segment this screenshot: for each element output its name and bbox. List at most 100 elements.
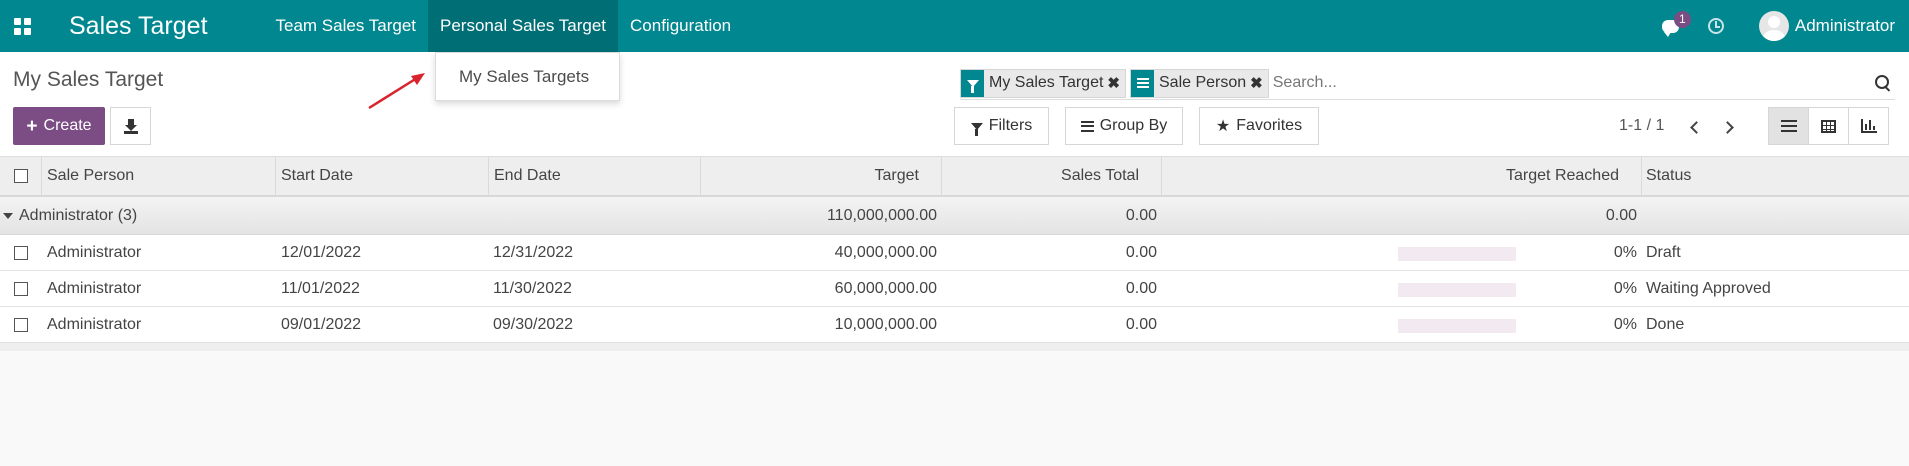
group-by-label: Group By: [1099, 117, 1168, 134]
cell-sale-person: Administrator: [47, 279, 142, 297]
facet-label: Sale Person: [1159, 74, 1247, 91]
graph-view-button[interactable]: [1848, 107, 1889, 145]
menu-team-sales-target[interactable]: Team Sales Target: [264, 0, 428, 52]
table-row[interactable]: Administrator 09/01/2022 09/30/2022 10,000,…: [0, 307, 1909, 343]
search-facet-groupby: Sale Person ✖: [1130, 68, 1269, 98]
column-sale-person[interactable]: Sale Person: [42, 157, 276, 195]
sales-target-list: Sale Person Start Date End Date Target S…: [0, 157, 1909, 351]
cell-target: 10,000,000.00: [834, 315, 937, 333]
group-row[interactable]: Administrator (3) 110,000,000.00 0.00 0.…: [0, 197, 1909, 235]
filter-icon: [970, 122, 983, 136]
page-title: My Sales Target: [13, 68, 164, 91]
main-menu: Team Sales Target Personal Sales Target …: [264, 0, 744, 52]
view-switcher: [1768, 107, 1889, 145]
cell-end-date: 12/31/2022: [493, 243, 574, 261]
apps-grid-icon[interactable]: [0, 0, 44, 52]
download-button[interactable]: [110, 107, 151, 145]
group-by-icon: [1080, 120, 1094, 132]
row-checkbox[interactable]: [14, 281, 28, 296]
cell-sales-total: 0.00: [1125, 243, 1157, 261]
favorites-label: Favorites: [1236, 117, 1303, 134]
group-label: Administrator (3): [19, 206, 138, 224]
select-all-checkbox-cell: [0, 157, 42, 195]
cell-status: Done: [1646, 315, 1685, 333]
cell-target-reached: 0%: [1613, 243, 1637, 261]
filter-icon: [961, 69, 984, 97]
favorites-button[interactable]: ★ Favorites: [1199, 107, 1319, 145]
list-view-button[interactable]: [1768, 107, 1809, 145]
app-title[interactable]: Sales Target: [69, 12, 208, 41]
facet-label: My Sales Target: [989, 74, 1104, 91]
column-status[interactable]: Status: [1642, 157, 1909, 195]
table-row[interactable]: Administrator 12/01/2022 12/31/2022 40,000,…: [0, 235, 1909, 271]
star-icon: ★: [1215, 118, 1231, 135]
column-target-reached[interactable]: Target Reached: [1162, 157, 1642, 195]
plus-icon: +: [26, 115, 38, 137]
remove-facet-icon[interactable]: ✖: [1250, 70, 1268, 97]
filters-button[interactable]: Filters: [954, 107, 1049, 145]
cell-start-date: 11/01/2022: [281, 279, 360, 297]
search-bar: My Sales Target ✖ Sale Person ✖: [960, 67, 1895, 100]
row-checkbox[interactable]: [14, 245, 28, 260]
cell-start-date: 09/01/2022: [281, 315, 362, 333]
row-checkbox-cell: [14, 271, 28, 306]
caret-down-icon: [3, 212, 13, 219]
group-by-icon: [1131, 69, 1154, 97]
cell-start-date: 12/01/2022: [281, 243, 362, 261]
table-footer: [0, 343, 1909, 351]
top-navbar: Sales Target Team Sales Target Personal …: [0, 0, 1909, 52]
column-start-date[interactable]: Start Date: [276, 157, 489, 195]
cell-sale-person: Administrator: [47, 315, 142, 333]
avatar[interactable]: [1758, 11, 1789, 41]
column-end-date[interactable]: End Date: [489, 157, 701, 195]
search-icon[interactable]: [1875, 75, 1891, 91]
group-target-reached: 0.00: [1605, 206, 1637, 224]
select-all-checkbox[interactable]: [13, 169, 28, 183]
cell-sales-total: 0.00: [1125, 315, 1157, 333]
create-button[interactable]: + Create: [13, 107, 105, 145]
cell-end-date: 09/30/2022: [493, 315, 574, 333]
cell-sale-person: Administrator: [47, 243, 142, 261]
search-input[interactable]: [1272, 68, 1875, 98]
column-target[interactable]: Target: [701, 157, 942, 195]
group-cell: Administrator (3): [3, 197, 137, 234]
group-sales-total: 0.00: [1125, 206, 1157, 224]
chat-badge: 1: [1673, 11, 1691, 28]
systray: 1 Administrator: [1651, 0, 1909, 52]
row-checkbox-cell: [14, 307, 28, 342]
group-target: 110,000,000.00: [826, 206, 937, 224]
table-header: Sale Person Start Date End Date Target S…: [0, 157, 1909, 197]
cell-status: Waiting Approved: [1646, 279, 1771, 297]
user-name[interactable]: Administrator: [1795, 16, 1895, 36]
chevron-left-icon[interactable]: [1687, 118, 1703, 136]
pivot-view-button[interactable]: [1808, 107, 1849, 145]
search-facet-filter: My Sales Target ✖: [960, 68, 1126, 98]
list-view-icon: [1780, 120, 1797, 132]
cell-target: 60,000,000.00: [834, 279, 937, 297]
pivot-view-icon: [1821, 119, 1836, 133]
group-by-button[interactable]: Group By: [1065, 107, 1183, 145]
chevron-right-icon[interactable]: [1720, 118, 1736, 136]
cell-target-reached: 0%: [1613, 279, 1637, 297]
pager-value[interactable]: 1-1 / 1: [1619, 117, 1664, 135]
annotation-arrow: [368, 73, 425, 110]
create-label: Create: [43, 117, 92, 134]
column-sales-total[interactable]: Sales Total: [942, 157, 1162, 195]
cell-target: 40,000,000.00: [834, 243, 937, 261]
personal-sales-target-dropdown: My Sales Targets: [435, 52, 620, 101]
cell-end-date: 11/30/2022: [493, 279, 572, 297]
cell-target-reached: 0%: [1613, 315, 1637, 333]
messaging-menu[interactable]: 1: [1651, 0, 1691, 52]
download-icon: [123, 119, 138, 134]
cell-sales-total: 0.00: [1125, 279, 1157, 297]
row-checkbox-cell: [14, 235, 28, 270]
row-checkbox[interactable]: [14, 317, 28, 332]
table-row[interactable]: Administrator 11/01/2022 11/30/2022 60,000,…: [0, 271, 1909, 307]
clock-icon[interactable]: [1696, 0, 1736, 52]
remove-facet-icon[interactable]: ✖: [1107, 70, 1125, 97]
menu-configuration[interactable]: Configuration: [618, 0, 743, 52]
control-panel: My Sales Target + Create My Sales Target…: [0, 52, 1909, 157]
filters-label: Filters: [988, 117, 1033, 134]
dropdown-item-my-sales-targets[interactable]: My Sales Targets: [459, 67, 589, 87]
menu-personal-sales-target[interactable]: Personal Sales Target: [428, 0, 619, 52]
